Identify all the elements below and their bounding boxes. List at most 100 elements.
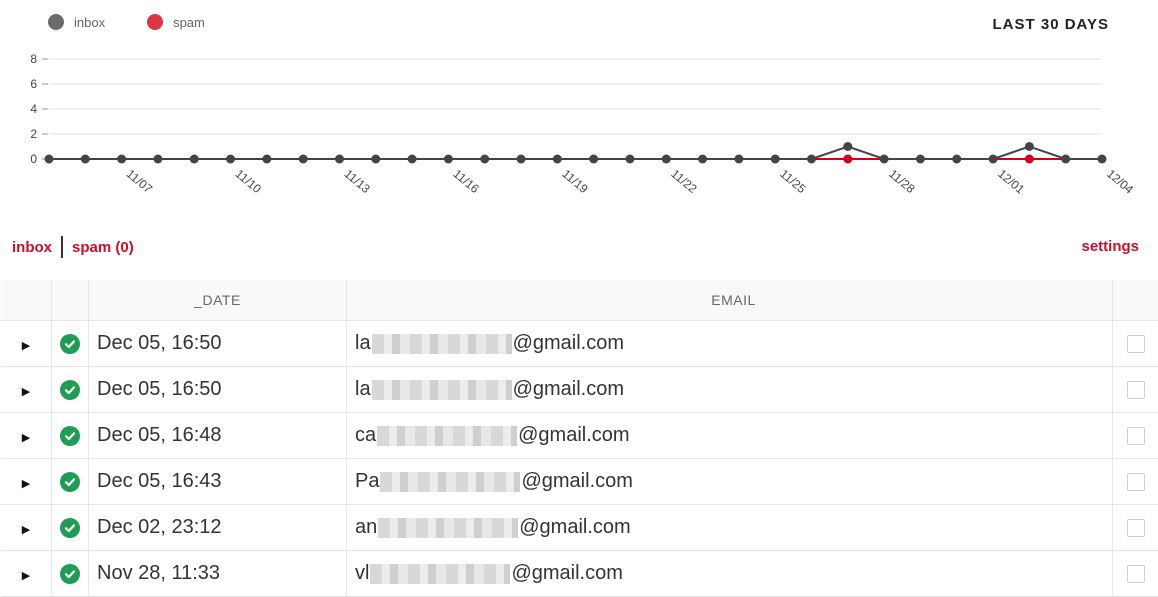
check-circle-icon	[60, 471, 80, 492]
row-checkbox[interactable]	[1126, 380, 1145, 399]
email-prefix: an	[355, 516, 378, 538]
y-tick-label: 2	[30, 127, 37, 141]
data-point-inbox	[117, 154, 127, 164]
email-prefix: Pa	[355, 470, 380, 492]
expand-toggle[interactable]: ▶	[1, 504, 52, 551]
status-cell	[51, 458, 89, 505]
data-point-inbox	[661, 154, 671, 164]
data-point-inbox	[334, 154, 344, 164]
row-checkbox[interactable]	[1126, 334, 1145, 353]
table-row[interactable]: ▶ Dec 05, 16:43 Pa @gmail.com	[1, 458, 1158, 505]
data-point-inbox	[516, 154, 526, 164]
email-prefix: la	[355, 378, 371, 400]
data-point-inbox	[1061, 154, 1071, 164]
x-tick-label: 11/22	[668, 167, 700, 197]
email-domain: @gmail.com	[519, 516, 631, 538]
table-row[interactable]: ▶ Dec 05, 16:50 la @gmail.com	[1, 366, 1158, 413]
table-row[interactable]: ▶ Dec 02, 23:12 an @gmail.com	[1, 504, 1158, 551]
data-point-inbox	[625, 154, 635, 164]
row-checkbox[interactable]	[1126, 426, 1145, 445]
data-point-inbox	[226, 154, 236, 164]
caret-right-icon: ▶	[21, 432, 31, 444]
caret-right-icon: ▶	[21, 478, 31, 490]
row-checkbox[interactable]	[1126, 518, 1145, 537]
row-checkbox[interactable]	[1126, 564, 1145, 583]
x-tick-label: 11/10	[233, 167, 265, 197]
chart-legend: inbox spam	[0, 0, 205, 44]
table-row[interactable]: ▶ Dec 05, 16:50 la @gmail.com	[1, 320, 1158, 367]
row-date: Dec 05, 16:50	[88, 366, 347, 413]
y-tick-label: 6	[30, 77, 37, 91]
redacted-blur	[380, 471, 521, 492]
expand-toggle[interactable]: ▶	[1, 366, 52, 413]
x-tick-label: 11/28	[886, 167, 918, 197]
data-point-inbox	[371, 154, 381, 164]
x-tick-label: 11/25	[777, 167, 809, 197]
data-point-inbox	[988, 154, 998, 164]
filter-spam-link[interactable]: spam (0)	[72, 239, 134, 256]
email-prefix: la	[355, 332, 371, 354]
data-point-inbox	[153, 154, 163, 164]
redacted-blur	[377, 425, 518, 446]
legend-spam-dot	[147, 14, 164, 30]
data-point-inbox	[734, 154, 744, 164]
row-email: la @gmail.com	[346, 366, 1113, 413]
data-point-inbox	[698, 154, 708, 164]
table-header-row: _DATE EMAIL	[1, 280, 1158, 321]
header-email[interactable]: EMAIL	[346, 280, 1113, 321]
row-date: Dec 05, 16:50	[88, 320, 347, 367]
email-prefix: vl	[355, 562, 370, 584]
legend-inbox-label: inbox	[74, 14, 106, 30]
check-circle-icon	[60, 425, 80, 446]
header-status	[51, 280, 89, 321]
data-point-inbox	[915, 154, 925, 164]
caret-right-icon: ▶	[21, 524, 31, 536]
mail-filter-tabs: inbox spam (0)	[12, 236, 134, 258]
expand-toggle[interactable]: ▶	[1, 458, 52, 505]
data-point-inbox	[843, 142, 853, 151]
table-row[interactable]: ▶ Nov 28, 11:33 vl @gmail.com	[1, 550, 1158, 597]
row-date: Dec 05, 16:48	[88, 412, 347, 459]
data-point-inbox	[480, 154, 490, 164]
email-domain: @gmail.com	[521, 470, 633, 492]
x-tick-label: 12/01	[995, 167, 1027, 197]
row-email: ca @gmail.com	[346, 412, 1113, 459]
email-domain: @gmail.com	[512, 378, 625, 400]
header-date[interactable]: _DATE	[88, 280, 347, 321]
header-expand	[1, 280, 52, 321]
settings-link[interactable]: settings	[1081, 238, 1139, 255]
status-cell	[51, 504, 89, 551]
table-row[interactable]: ▶ Dec 05, 16:48 ca @gmail.com	[1, 412, 1158, 459]
row-date: Nov 28, 11:33	[88, 550, 347, 597]
row-checkbox[interactable]	[1126, 472, 1145, 491]
data-point-spam	[843, 154, 853, 164]
status-cell	[51, 550, 89, 597]
legend-item-spam[interactable]: spam	[147, 14, 205, 30]
row-email: Pa @gmail.com	[346, 458, 1113, 505]
data-point-inbox	[298, 154, 308, 164]
expand-toggle[interactable]: ▶	[1, 412, 52, 459]
expand-toggle[interactable]: ▶	[1, 550, 52, 597]
data-point-inbox	[1024, 142, 1034, 151]
expand-toggle[interactable]: ▶	[1, 320, 52, 367]
email-prefix: ca	[355, 424, 377, 446]
data-point-inbox	[1097, 154, 1107, 164]
row-email: la @gmail.com	[346, 320, 1113, 367]
filter-inbox-link[interactable]: inbox	[12, 239, 52, 256]
row-select-cell	[1112, 504, 1158, 551]
x-tick-label: 11/13	[342, 167, 374, 197]
y-tick-label: 4	[30, 102, 37, 116]
data-point-inbox	[807, 154, 817, 164]
legend-item-inbox[interactable]: inbox	[48, 14, 105, 30]
legend-spam-label: spam	[173, 14, 205, 30]
row-date: Dec 02, 23:12	[88, 504, 347, 551]
status-cell	[51, 412, 89, 459]
data-point-inbox	[589, 154, 599, 164]
data-point-inbox	[407, 154, 417, 164]
legend-inbox-dot	[48, 14, 64, 30]
x-tick-label: 11/19	[559, 167, 591, 197]
date-range-label: LAST 30 DAYS	[992, 16, 1109, 33]
data-point-inbox	[80, 154, 90, 164]
row-select-cell	[1112, 458, 1158, 505]
check-circle-icon	[60, 379, 80, 400]
